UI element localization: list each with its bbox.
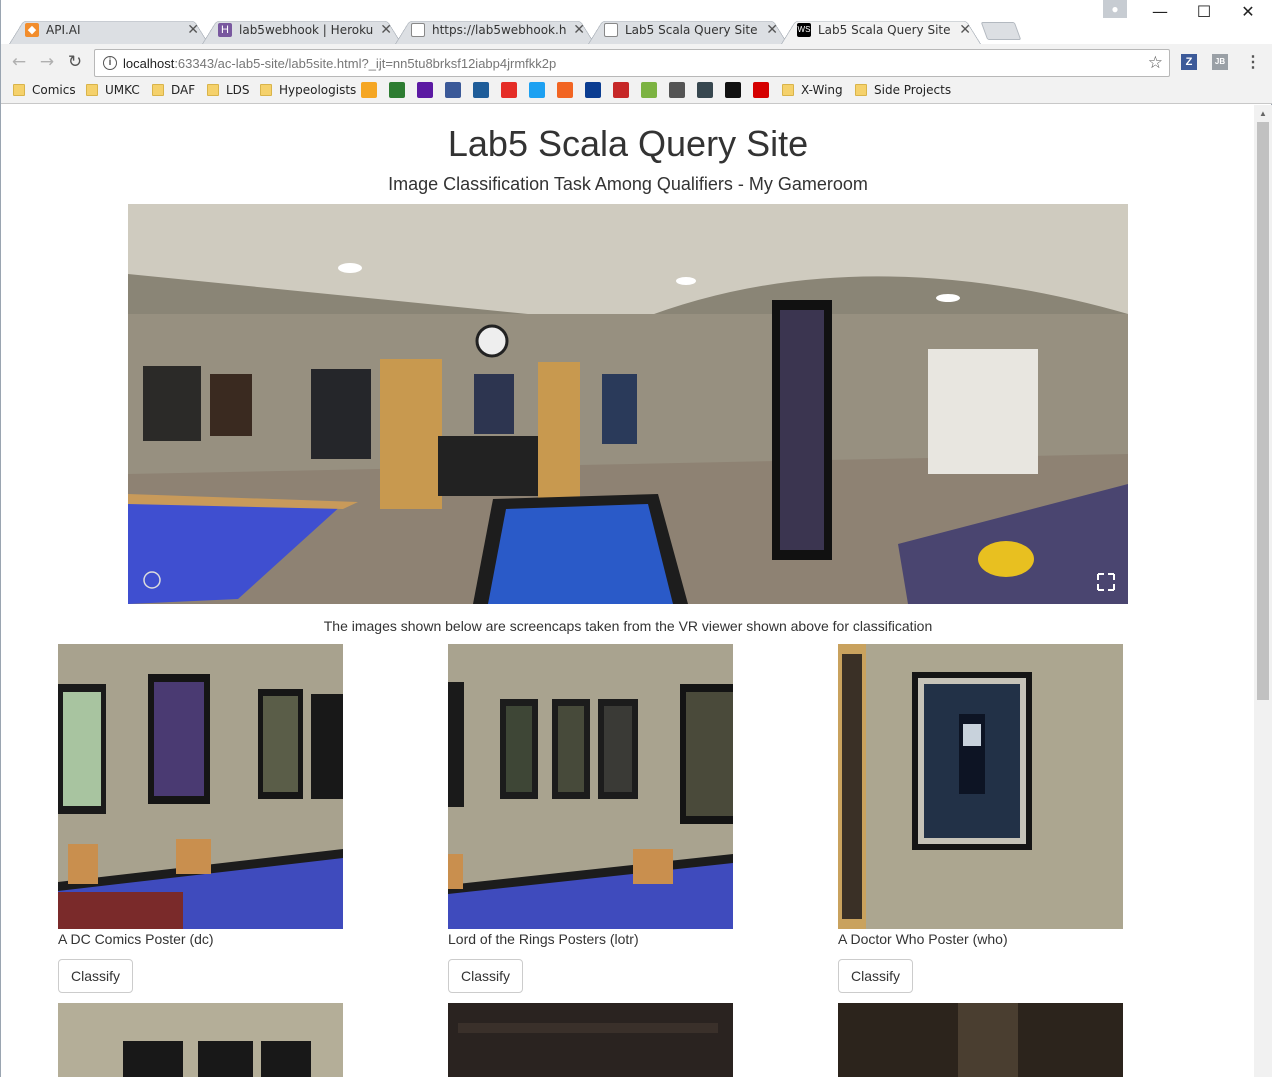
bookmark-side-projects[interactable]: Side Projects [855, 83, 951, 101]
info-icon[interactable]: i [103, 56, 117, 70]
bookmark-label: DAF [171, 83, 196, 97]
tab-api-ai[interactable]: ◆ API.AI ✕ [9, 16, 209, 44]
bookmark-site-icon[interactable] [361, 82, 377, 98]
url-host: localhost [123, 56, 175, 71]
api-ai-icon: ◆ [25, 23, 39, 37]
bookmarks-bar: Comics UMKC DAF LDS Hypeologists X-Wing … [1, 80, 1272, 104]
card-label: A Doctor Who Poster (who) [838, 931, 1008, 947]
tab-webhook[interactable]: https://lab5webhook.her ✕ [395, 16, 595, 44]
dc-poster-screencap [58, 644, 343, 929]
card-label: A DC Comics Poster (dc) [58, 931, 214, 947]
bookmark-site-icon[interactable] [669, 82, 685, 98]
bookmark-site-icon[interactable] [557, 82, 573, 98]
page-subtitle: Image Classification Task Among Qualifie… [388, 174, 868, 194]
gameroom-panorama [128, 204, 1128, 604]
toolbar: ← → ↻ i localhost:63343/ac-lab5-site/lab… [1, 44, 1272, 80]
url-text: localhost:63343/ac-lab5-site/lab5site.ht… [123, 56, 556, 71]
bookmark-comics[interactable]: Comics [13, 83, 76, 101]
bookmark-star-icon[interactable]: ☆ [1148, 53, 1163, 73]
tab-title: https://lab5webhook.her [432, 23, 567, 37]
close-icon[interactable]: ✕ [573, 21, 585, 38]
lotr-poster-screencap [448, 644, 733, 929]
heroku-icon: H [218, 23, 232, 37]
menu-icon[interactable]: ⋮ [1245, 52, 1261, 72]
folder-icon [13, 84, 25, 96]
folder-icon [260, 84, 272, 96]
page-icon [411, 23, 425, 37]
folder-icon [855, 84, 867, 96]
vr-viewer[interactable] [128, 204, 1128, 604]
page-title: Lab5 Scala Query Site [447, 123, 809, 164]
maximize-icon[interactable]: ☐ [1182, 2, 1226, 24]
close-icon[interactable]: ✕ [187, 21, 199, 38]
bookmark-hypeologists[interactable]: Hypeologists [260, 83, 356, 101]
tab-heroku[interactable]: H lab5webhook | Heroku ✕ [202, 16, 402, 44]
classify-button[interactable]: Classify [838, 959, 913, 993]
bookmark-label: LDS [226, 83, 250, 97]
folder-icon [782, 84, 794, 96]
folder-icon [207, 84, 219, 96]
bookmark-daf[interactable]: DAF [152, 83, 195, 101]
bookmark-site-icon[interactable] [697, 82, 713, 98]
bookmark-site-icon[interactable] [725, 82, 741, 98]
bookmark-x-wing[interactable]: X-Wing [782, 83, 843, 101]
yahoo-icon[interactable] [417, 82, 433, 98]
zotero-extension-icon[interactable]: Z [1181, 54, 1197, 70]
tab-title: Lab5 Scala Query Site [818, 23, 951, 37]
browser-window: ◆ API.AI ✕ H lab5webhook | Heroku ✕ http… [0, 0, 1272, 1077]
bookmark-site-icon[interactable] [641, 82, 657, 98]
bookmark-label: X-Wing [801, 83, 843, 97]
bookmark-label: UMKC [105, 83, 140, 97]
tab-strip: ◆ API.AI ✕ H lab5webhook | Heroku ✕ http… [1, 0, 1272, 44]
close-icon[interactable]: ✕ [380, 21, 392, 38]
address-bar[interactable]: i localhost:63343/ac-lab5-site/lab5site.… [94, 49, 1170, 77]
vertical-scrollbar[interactable]: ▲ [1254, 105, 1272, 1077]
bookmark-label: Comics [32, 83, 76, 97]
url-path: :63343/ac-lab5-site/lab5site.html?_ijt=n… [174, 56, 557, 71]
profile-icon[interactable]: ● [1103, 0, 1127, 18]
close-window-icon[interactable]: ✕ [1226, 2, 1270, 24]
page-caption: The images shown below are screencaps ta… [323, 618, 933, 634]
page-icon [604, 23, 618, 37]
card-label: Lord of the Rings Posters (lotr) [448, 931, 639, 947]
bookmark-label: Hypeologists [279, 83, 357, 97]
tab-title: Lab5 Scala Query Site [625, 23, 758, 37]
tab-title: lab5webhook | Heroku [239, 23, 374, 37]
jetbrains-extension-icon[interactable]: JB [1212, 54, 1228, 70]
forward-icon[interactable]: → [37, 52, 57, 72]
bookmark-site-icon[interactable] [585, 82, 601, 98]
scrollbar-thumb[interactable] [1257, 122, 1269, 700]
bookmark-umkc[interactable]: UMKC [86, 83, 140, 101]
classify-button[interactable]: Classify [448, 959, 523, 993]
bookmark-label: Side Projects [874, 83, 952, 97]
screencap-row2-2 [448, 1003, 733, 1077]
who-poster-screencap [838, 644, 1123, 929]
reload-icon[interactable]: ↻ [65, 52, 85, 72]
screencap-row2-3 [838, 1003, 1123, 1077]
folder-icon [86, 84, 98, 96]
scroll-up-icon[interactable]: ▲ [1259, 109, 1267, 118]
tab-lab5-site-active[interactable]: WS Lab5 Scala Query Site ✕ [781, 16, 981, 44]
classify-button[interactable]: Classify [58, 959, 133, 993]
tab-lab5-site[interactable]: Lab5 Scala Query Site ✕ [588, 16, 788, 44]
tab-title: API.AI [46, 23, 81, 37]
minimize-icon[interactable]: — [1138, 2, 1182, 24]
webstorm-icon: WS [797, 23, 811, 37]
close-icon[interactable]: ✕ [766, 21, 778, 38]
bookmark-site-icon[interactable] [753, 82, 769, 98]
back-icon[interactable]: ← [9, 52, 29, 72]
folder-icon [152, 84, 164, 96]
new-tab-button[interactable] [980, 22, 1022, 40]
bookmark-site-icon[interactable] [613, 82, 629, 98]
screencap-row2-1 [58, 1003, 343, 1077]
bookmark-lds[interactable]: LDS [207, 83, 250, 101]
facebook-icon[interactable] [445, 82, 461, 98]
twitter-icon[interactable] [529, 82, 545, 98]
close-icon[interactable]: ✕ [959, 21, 971, 38]
bookmark-site-icon[interactable] [473, 82, 489, 98]
page-content: Lab5 Scala Query Site Image Classificati… [2, 105, 1254, 1077]
youtube-icon[interactable] [501, 82, 517, 98]
bookmark-site-icon[interactable] [389, 82, 405, 98]
